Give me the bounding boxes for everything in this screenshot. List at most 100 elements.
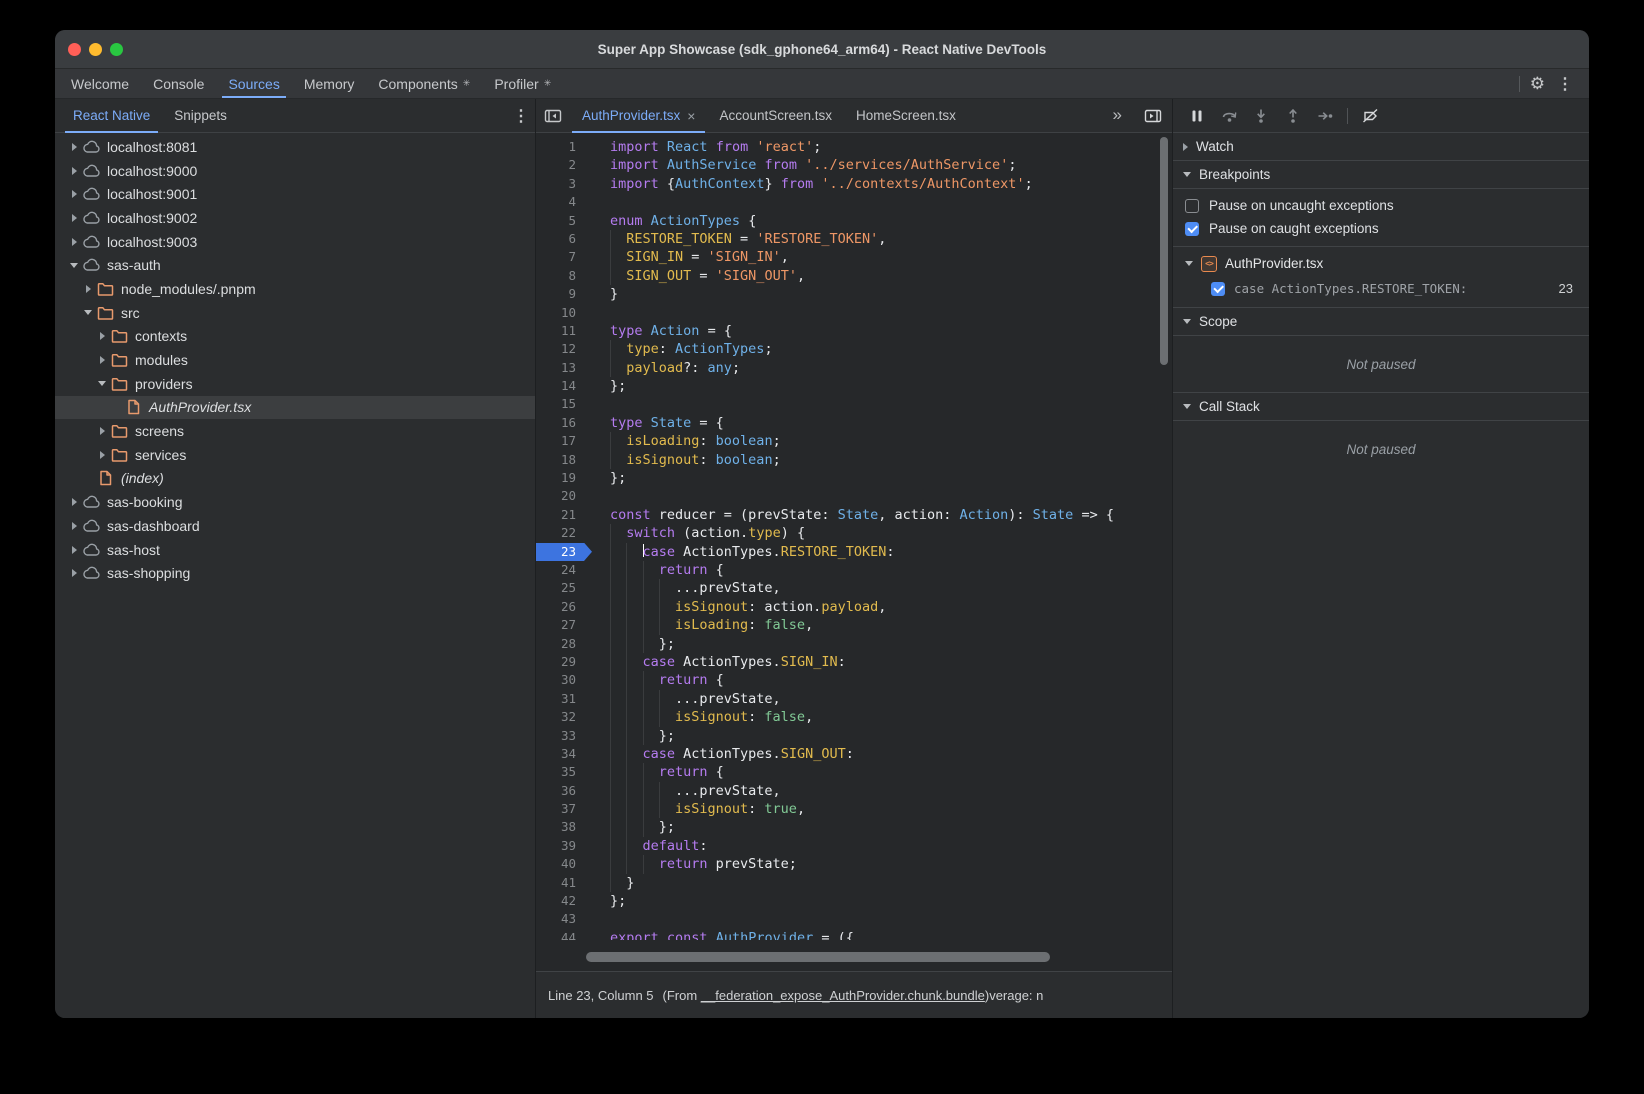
code-line[interactable]: 35return { <box>536 763 1172 781</box>
chevron-right-icon[interactable] <box>67 522 81 530</box>
pause-script-icon[interactable] <box>1183 103 1211 129</box>
editor-vertical-scrollbar[interactable] <box>1160 137 1168 365</box>
code-line[interactable]: 9} <box>536 285 1172 303</box>
more-tabs-icon[interactable]: » <box>1113 105 1136 127</box>
tree-item-node-modules-pnpm[interactable]: node_modules/.pnpm <box>55 277 535 301</box>
code-editor[interactable]: 1import React from 'react';2import AuthS… <box>536 133 1172 971</box>
code-line[interactable]: 23case ActionTypes.RESTORE_TOKEN: <box>536 543 1172 561</box>
chevron-down-icon[interactable] <box>95 381 109 386</box>
navigator-tab-snippets[interactable]: Snippets <box>162 99 239 132</box>
code-line[interactable]: 31...prevState, <box>536 690 1172 708</box>
chevron-right-icon[interactable] <box>67 238 81 246</box>
chevron-right-icon[interactable] <box>67 546 81 554</box>
code-line[interactable]: 21const reducer = (prevState: State, act… <box>536 506 1172 524</box>
step-over-icon[interactable] <box>1215 103 1243 129</box>
breakpoint-entry[interactable]: case ActionTypes.RESTORE_TOKEN:23 <box>1173 276 1589 301</box>
code-line[interactable]: 41} <box>536 874 1172 892</box>
callstack-section-header[interactable]: Call Stack <box>1173 393 1589 421</box>
tree-item-localhost-9003[interactable]: localhost:9003 <box>55 230 535 254</box>
code-line[interactable]: 34case ActionTypes.SIGN_OUT: <box>536 745 1172 763</box>
code-line[interactable]: 36...prevState, <box>536 782 1172 800</box>
tree-item-localhost-9000[interactable]: localhost:9000 <box>55 159 535 183</box>
code-line[interactable]: 37isSignout: true, <box>536 800 1172 818</box>
chevron-right-icon[interactable] <box>67 569 81 577</box>
tree-item-sas-host[interactable]: sas-host <box>55 538 535 562</box>
line-number[interactable]: 11 <box>536 322 592 340</box>
chevron-right-icon[interactable] <box>95 356 109 364</box>
code-line[interactable]: 39default: <box>536 837 1172 855</box>
line-number[interactable]: 26 <box>536 598 592 616</box>
line-number[interactable]: 22 <box>536 524 592 542</box>
breakpoints-section-header[interactable]: Breakpoints <box>1173 161 1589 189</box>
tree-item-sas-auth[interactable]: sas-auth <box>55 253 535 277</box>
breakpoint-group-authprovider-tsx[interactable]: <>AuthProvider.tsx <box>1173 251 1589 276</box>
code-line[interactable]: 33}; <box>536 727 1172 745</box>
main-tab-profiler[interactable]: Profiler✳ <box>482 69 563 98</box>
line-number[interactable]: 21 <box>536 506 592 524</box>
code-line[interactable]: 3import {AuthContext} from '../contexts/… <box>536 175 1172 193</box>
pause-option-pause-on-caught-exceptions[interactable]: Pause on caught exceptions <box>1173 217 1589 240</box>
code-line[interactable]: 44export const AuthProvider = ({ <box>536 929 1172 940</box>
code-line[interactable]: 10 <box>536 304 1172 322</box>
line-number[interactable]: 7 <box>536 248 592 266</box>
line-number[interactable]: 3 <box>536 175 592 193</box>
code-line[interactable]: 25...prevState, <box>536 579 1172 597</box>
tree-item-localhost-9001[interactable]: localhost:9001 <box>55 182 535 206</box>
tree-item-providers[interactable]: providers <box>55 372 535 396</box>
tree-item-authprovider-tsx[interactable]: AuthProvider.tsx <box>55 396 535 420</box>
line-number[interactable]: 43 <box>536 910 592 928</box>
line-number[interactable]: 10 <box>536 304 592 322</box>
line-number[interactable]: 18 <box>536 451 592 469</box>
line-number[interactable]: 13 <box>536 359 592 377</box>
chevron-right-icon[interactable] <box>95 427 109 435</box>
tree-item-localhost-9002[interactable]: localhost:9002 <box>55 206 535 230</box>
main-tab-console[interactable]: Console <box>141 69 216 98</box>
line-number[interactable]: 1 <box>536 138 592 156</box>
unchecked-checkbox[interactable] <box>1185 199 1199 213</box>
line-number[interactable]: 12 <box>536 340 592 358</box>
code-line[interactable]: 29case ActionTypes.SIGN_IN: <box>536 653 1172 671</box>
line-number[interactable]: 32 <box>536 708 592 726</box>
navigator-tab-react-native[interactable]: React Native <box>61 99 162 132</box>
editor-tab-accountscreen-tsx[interactable]: AccountScreen.tsx <box>707 99 844 132</box>
deactivate-breakpoints-icon[interactable] <box>1356 103 1384 129</box>
line-number[interactable]: 17 <box>536 432 592 450</box>
chevron-right-icon[interactable] <box>95 451 109 459</box>
pause-option-pause-on-uncaught-exceptions[interactable]: Pause on uncaught exceptions <box>1173 194 1589 217</box>
chevron-right-icon[interactable] <box>81 285 95 293</box>
line-number[interactable]: 35 <box>536 763 592 781</box>
code-line[interactable]: 13payload?: any; <box>536 359 1172 377</box>
tree-item-localhost-8081[interactable]: localhost:8081 <box>55 135 535 159</box>
step-out-icon[interactable] <box>1279 103 1307 129</box>
code-line[interactable]: 4 <box>536 193 1172 211</box>
toggle-debugger-sidebar-icon[interactable] <box>1136 99 1170 132</box>
editor-tab-authprovider-tsx[interactable]: AuthProvider.tsx× <box>570 99 707 132</box>
line-number[interactable]: 4 <box>536 193 592 211</box>
code-line[interactable]: 15 <box>536 395 1172 413</box>
code-line[interactable]: 11type Action = { <box>536 322 1172 340</box>
code-line[interactable]: 7SIGN_IN = 'SIGN_IN', <box>536 248 1172 266</box>
code-line[interactable]: 32isSignout: false, <box>536 708 1172 726</box>
bundle-link[interactable]: __federation_expose_AuthProvider.chunk.b… <box>701 988 985 1003</box>
line-number[interactable]: 5 <box>536 212 592 230</box>
line-number[interactable]: 6 <box>536 230 592 248</box>
watch-section-header[interactable]: Watch <box>1173 133 1589 161</box>
code-line[interactable]: 2import AuthService from '../services/Au… <box>536 156 1172 174</box>
code-line[interactable]: 42}; <box>536 892 1172 910</box>
line-number[interactable]: 40 <box>536 855 592 873</box>
line-number[interactable]: 31 <box>536 690 592 708</box>
chevron-right-icon[interactable] <box>67 143 81 151</box>
editor-tab-homescreen-tsx[interactable]: HomeScreen.tsx <box>844 99 968 132</box>
code-line[interactable]: 19}; <box>536 469 1172 487</box>
tree-item-sas-dashboard[interactable]: sas-dashboard <box>55 514 535 538</box>
line-number[interactable]: 8 <box>536 267 592 285</box>
chevron-right-icon[interactable] <box>67 214 81 222</box>
step-into-icon[interactable] <box>1247 103 1275 129</box>
line-number[interactable]: 29 <box>536 653 592 671</box>
editor-horizontal-scrollbar[interactable] <box>586 952 1050 962</box>
code-line[interactable]: 38}; <box>536 818 1172 836</box>
line-number[interactable]: 16 <box>536 414 592 432</box>
code-line[interactable]: 12type: ActionTypes; <box>536 340 1172 358</box>
close-window-button[interactable] <box>68 43 81 56</box>
code-line[interactable]: 16type State = { <box>536 414 1172 432</box>
